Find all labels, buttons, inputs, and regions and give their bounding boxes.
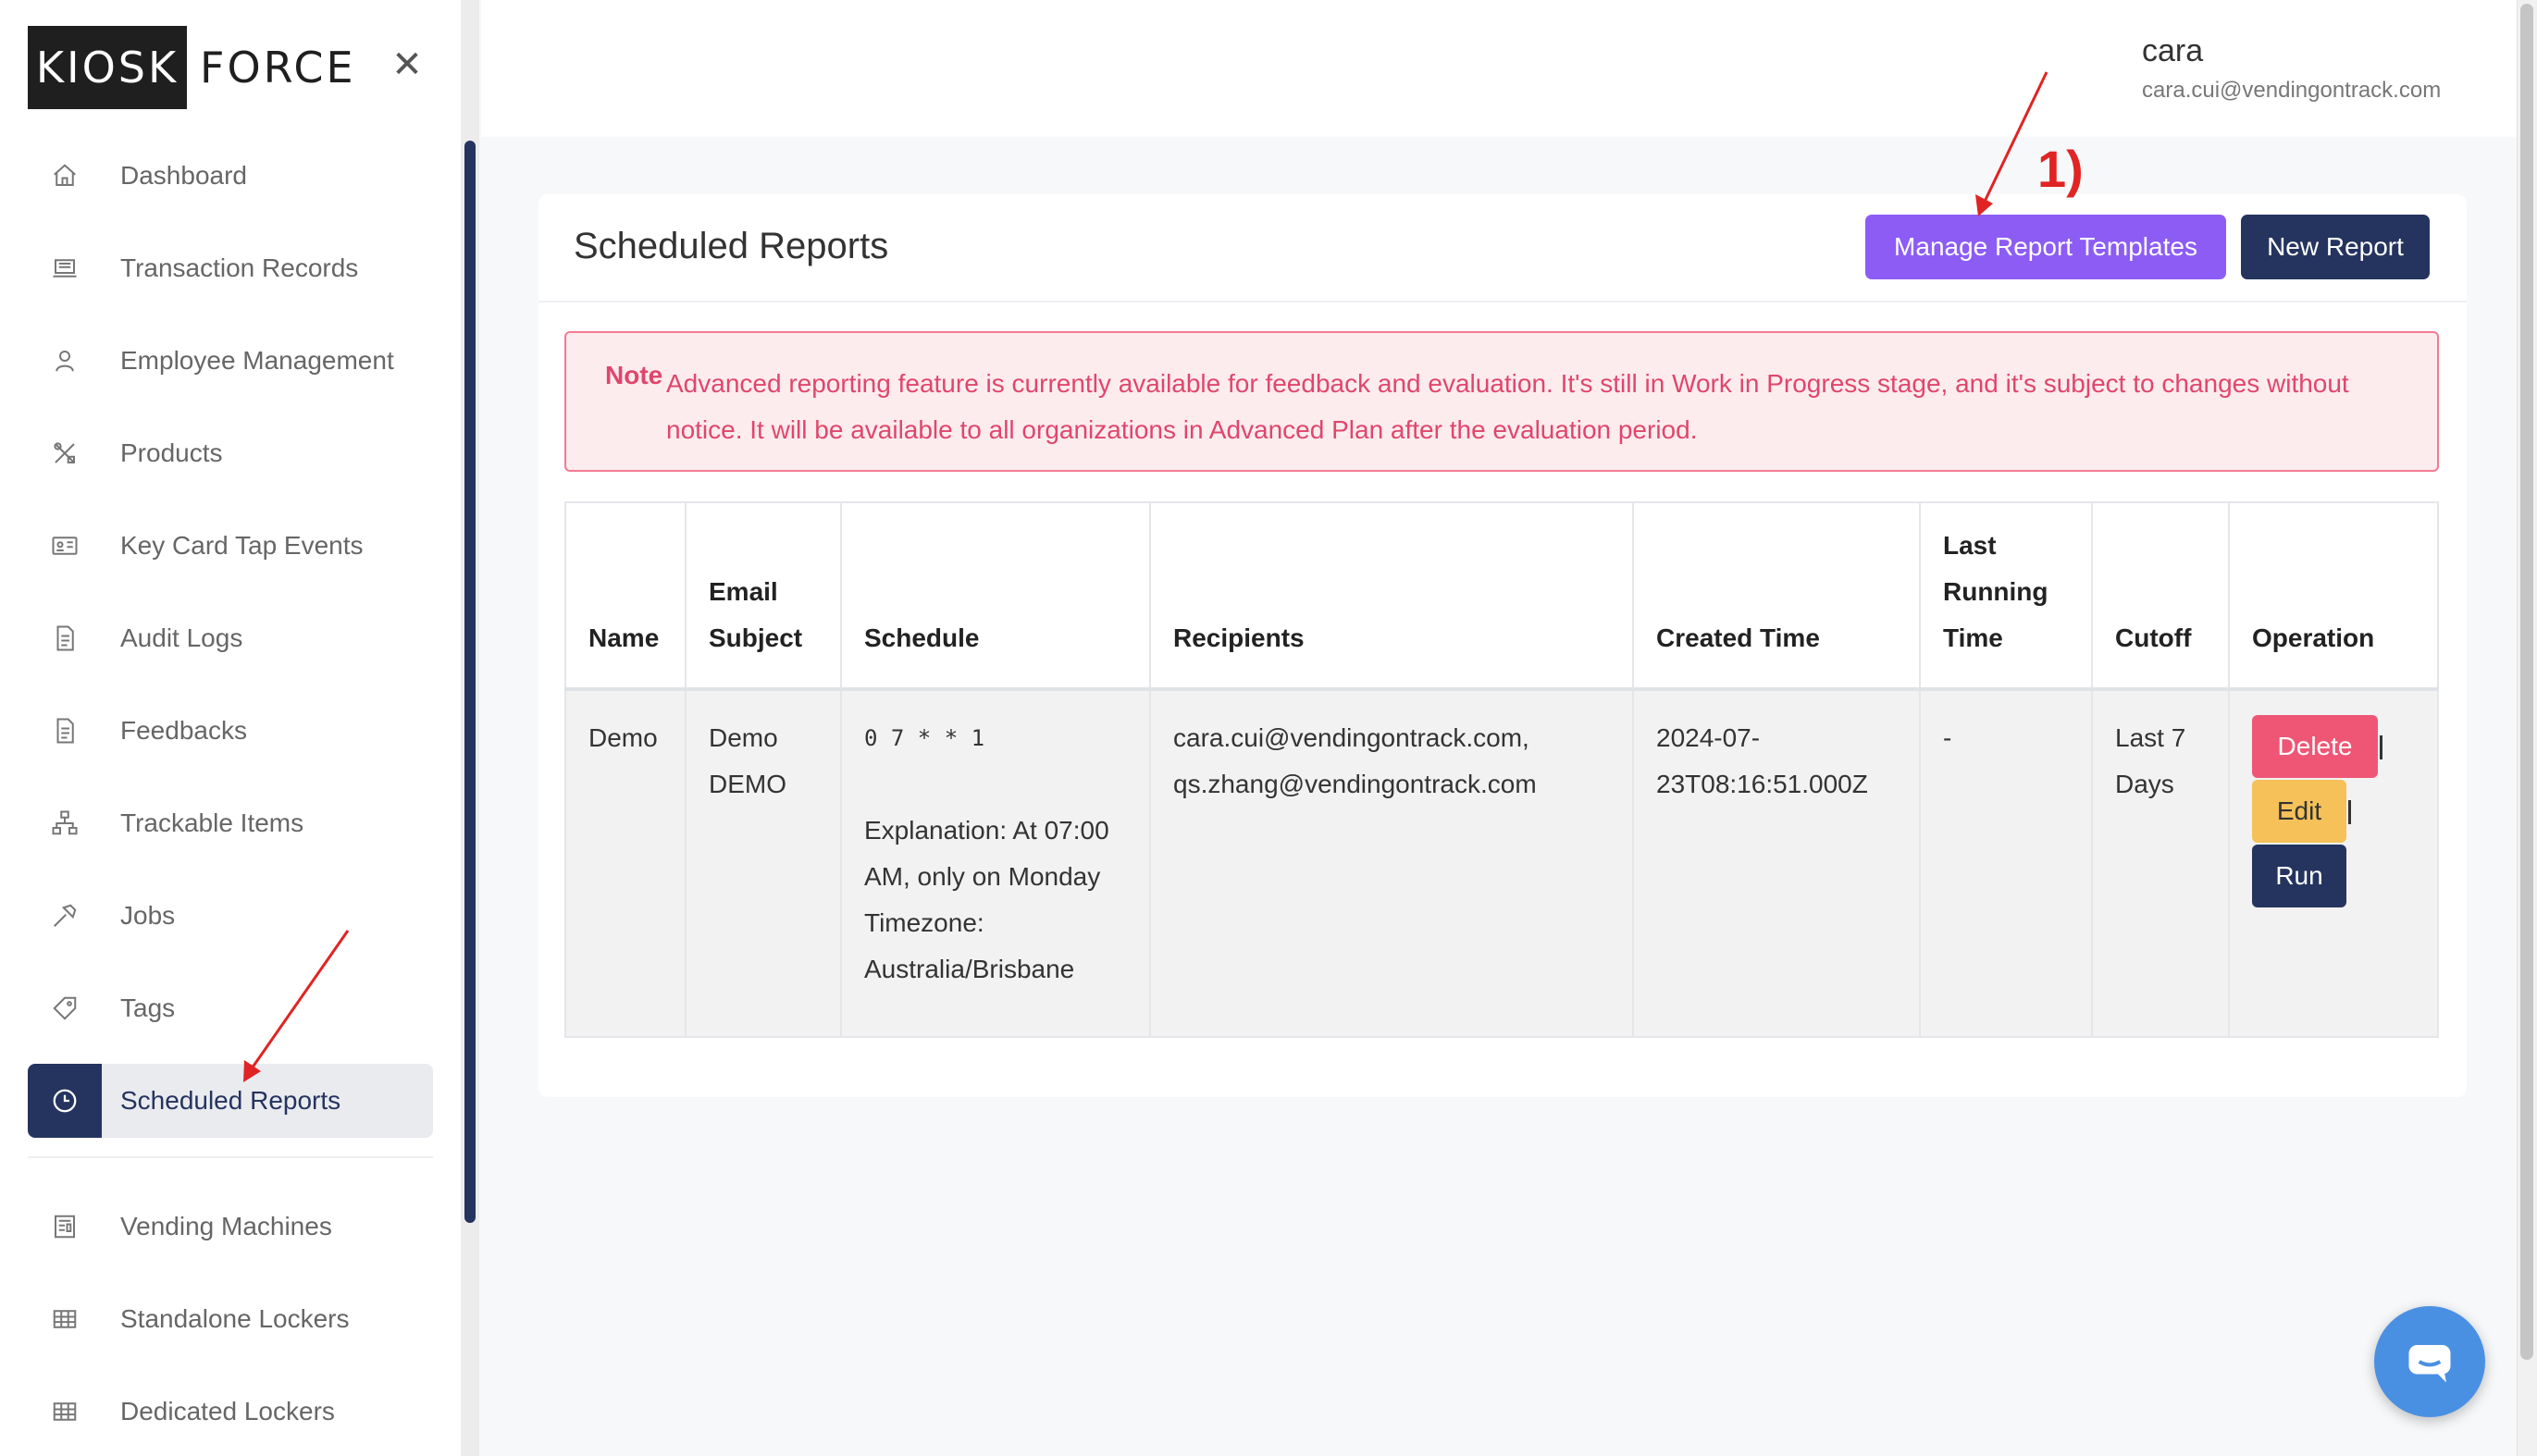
- note-text: Advanced reporting feature is currently …: [666, 369, 2349, 444]
- sidebar-item-label: Trackable Items: [120, 808, 304, 837]
- sidebar-item-label: Employee Management: [120, 346, 394, 375]
- schedule-timezone: Timezone: Australia/Brisbane: [864, 908, 1075, 983]
- delete-button[interactable]: Delete: [2252, 715, 2378, 778]
- sidebar-item-transaction-records[interactable]: Transaction Records: [28, 231, 433, 305]
- kioskforce-logo[interactable]: KIOSK FORCE: [28, 26, 356, 109]
- sidebar-item-products[interactable]: Products: [28, 416, 433, 490]
- cell-recipients: cara.cui@vendingontrack.com, qs.zhang@ve…: [1149, 688, 1634, 1038]
- sidebar-item-scheduled-reports[interactable]: Scheduled Reports: [28, 1064, 433, 1138]
- sidebar-divider: [28, 1156, 433, 1158]
- sidebar-item-label: Dedicated Lockers: [120, 1397, 335, 1425]
- cell-created-time: 2024-07-23T08:16:51.000Z: [1632, 688, 1921, 1038]
- annotation-step-label: 1): [2037, 140, 2084, 198]
- sidebar: KIOSK FORCE ✕ Dashboard Transaction Reco…: [0, 0, 463, 1456]
- page-title: Scheduled Reports: [574, 226, 889, 266]
- sidebar-item-dedicated-lockers[interactable]: Dedicated Lockers: [28, 1375, 433, 1449]
- column-header-created-time: Created Time: [1632, 501, 1921, 691]
- schedule-spacer: [864, 761, 1127, 808]
- close-icon[interactable]: ✕: [389, 46, 426, 83]
- sidebar-nav: Dashboard Transaction Records Employee M…: [28, 139, 433, 1456]
- cursor-mark: [2348, 800, 2351, 824]
- sidebar-item-label: Transaction Records: [120, 253, 359, 282]
- sidebar-item-label: Scheduled Reports: [120, 1086, 341, 1115]
- sidebar-item-label: Tags: [120, 993, 176, 1022]
- cell-name: Demo: [564, 688, 687, 1038]
- cell-schedule: 0 7 * * 1 Explanation: At 07:00 AM, only…: [840, 688, 1151, 1038]
- chat-bubble-icon[interactable]: [2374, 1306, 2485, 1417]
- cell-last-running-time: -: [1919, 688, 2093, 1038]
- column-header-email-subject: Email Subject: [685, 501, 842, 691]
- cell-cutoff: Last 7 Days: [2091, 688, 2230, 1038]
- home-icon: [28, 139, 102, 213]
- sidebar-item-label: Products: [120, 438, 223, 467]
- sitemap-icon: [28, 786, 102, 860]
- new-report-button[interactable]: New Report: [2241, 215, 2430, 279]
- sidebar-item-feedbacks[interactable]: Feedbacks: [28, 694, 433, 768]
- column-header-last-running-time: Last Running Time: [1919, 501, 2093, 691]
- clock-icon: [28, 1064, 102, 1138]
- page-scrollbar-thumb[interactable]: [2520, 4, 2533, 1360]
- manage-report-templates-button[interactable]: Manage Report Templates: [1865, 215, 2226, 279]
- tools-icon: [28, 416, 102, 490]
- sidebar-item-jobs[interactable]: Jobs: [28, 879, 433, 953]
- sidebar-item-standalone-lockers[interactable]: Standalone Lockers: [28, 1282, 433, 1356]
- sidebar-item-label: Key Card Tap Events: [120, 531, 364, 560]
- sidebar-item-trackable-items[interactable]: Trackable Items: [28, 786, 433, 860]
- sidebar-item-dashboard[interactable]: Dashboard: [28, 139, 433, 213]
- sidebar-item-label: Standalone Lockers: [120, 1304, 350, 1333]
- schedule-explanation: Explanation: At 07:00 AM, only on Monday: [864, 816, 1109, 891]
- cell-operation: Delete Edit Run: [2228, 688, 2439, 1038]
- sidebar-item-vending-machines[interactable]: Vending Machines: [28, 1190, 433, 1264]
- note-alert: Note Advanced reporting feature is curre…: [564, 331, 2439, 472]
- sidebar-item-tags[interactable]: Tags: [28, 971, 433, 1045]
- note-label: Note: [605, 361, 663, 389]
- user-email: cara.cui@vendingontrack.com: [2142, 78, 2442, 103]
- sidebar-item-label: Jobs: [120, 901, 176, 930]
- sidebar-item-label: Vending Machines: [120, 1212, 332, 1240]
- column-header-name: Name: [564, 501, 687, 691]
- tag-icon: [28, 971, 102, 1045]
- sidebar-item-employee-management[interactable]: Employee Management: [28, 324, 433, 398]
- column-header-cutoff: Cutoff: [2091, 501, 2230, 691]
- scheduled-reports-card: Scheduled Reports Manage Report Template…: [538, 194, 2467, 1097]
- scheduled-reports-table: Name Email Subject Schedule Recipients C…: [564, 501, 2439, 1038]
- table-row: Demo Demo DEMO 0 7 * * 1 Explanation: At…: [564, 688, 2439, 1038]
- sidebar-item-label: Feedbacks: [120, 716, 247, 745]
- sidebar-item-key-card-tap-events[interactable]: Key Card Tap Events: [28, 509, 433, 583]
- column-header-operation: Operation: [2228, 501, 2439, 691]
- cursor-mark: [2380, 735, 2382, 759]
- id-card-icon: [28, 509, 102, 583]
- top-header: [481, 0, 2517, 137]
- card-header: Scheduled Reports Manage Report Template…: [538, 194, 2467, 302]
- logo-force-text: FORCE: [200, 43, 356, 93]
- machine-icon: [28, 1190, 102, 1264]
- logo-kiosk-text: KIOSK: [28, 26, 187, 109]
- document-icon: [28, 601, 102, 675]
- table-header-row: Name Email Subject Schedule Recipients C…: [564, 501, 2439, 691]
- sidebar-item-audit-logs[interactable]: Audit Logs: [28, 601, 433, 675]
- sidebar-scrollbar-thumb[interactable]: [464, 141, 476, 1223]
- laptop-icon: [28, 231, 102, 305]
- sidebar-item-label: Dashboard: [120, 161, 247, 190]
- user-icon: [28, 324, 102, 398]
- grid-icon: [28, 1375, 102, 1449]
- run-button[interactable]: Run: [2252, 845, 2346, 907]
- edit-button[interactable]: Edit: [2252, 780, 2346, 843]
- grid-icon: [28, 1282, 102, 1356]
- cell-email-subject: Demo DEMO: [685, 688, 842, 1038]
- user-name[interactable]: cara: [2142, 33, 2203, 69]
- column-header-recipients: Recipients: [1149, 501, 1634, 691]
- chat-glyph: [2408, 1345, 2451, 1383]
- column-header-schedule: Schedule: [840, 501, 1151, 691]
- schedule-cron: 0 7 * * 1: [864, 725, 985, 751]
- hammer-icon: [28, 879, 102, 953]
- operation-buttons: Delete Edit Run: [2252, 715, 2415, 907]
- sidebar-item-label: Audit Logs: [120, 623, 243, 652]
- document-icon: [28, 694, 102, 768]
